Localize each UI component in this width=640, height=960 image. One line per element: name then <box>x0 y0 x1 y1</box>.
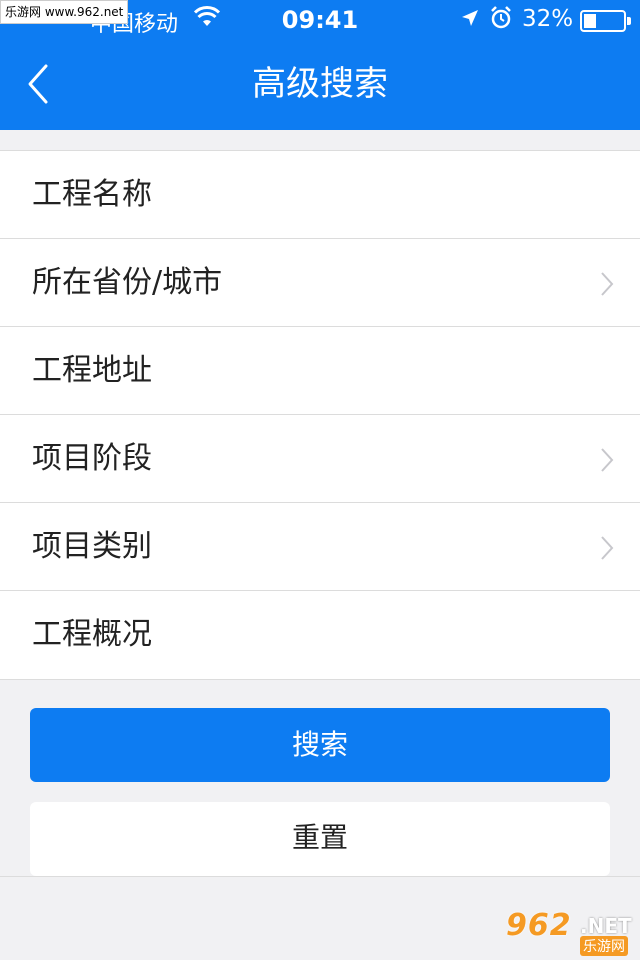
field-project-address[interactable]: 工程地址 <box>0 327 640 415</box>
logo-cn-text: 乐游网 <box>580 936 628 956</box>
field-label: 工程名称 <box>32 177 152 212</box>
page-title: 高级搜索 <box>252 64 388 104</box>
reset-button[interactable]: 重置 <box>30 802 610 876</box>
field-province-city[interactable]: 所在省份/城市 <box>0 239 640 327</box>
field-label: 所在省份/城市 <box>32 265 223 300</box>
divider <box>0 876 640 877</box>
search-button[interactable]: 搜索 <box>30 708 610 782</box>
site-logo-watermark: 962 .NET 乐游网 <box>506 908 634 956</box>
chevron-right-icon <box>601 272 614 296</box>
logo-number: 962 <box>506 908 572 943</box>
field-label: 项目阶段 <box>32 441 152 476</box>
chevron-right-icon <box>601 536 614 560</box>
location-arrow-icon <box>460 8 480 34</box>
battery-icon <box>580 10 631 32</box>
alarm-clock-icon <box>490 6 512 36</box>
field-project-stage[interactable]: 项目阶段 <box>0 415 640 503</box>
field-project-name[interactable]: 工程名称 <box>0 151 640 239</box>
battery-percent: 32% <box>522 6 574 32</box>
field-label: 项目类别 <box>32 529 152 564</box>
chevron-right-icon <box>601 448 614 472</box>
field-project-category[interactable]: 项目类别 <box>0 503 640 591</box>
logo-suffix: .NET <box>580 914 632 938</box>
search-form: 工程名称 所在省份/城市 工程地址 项目阶段 项目类别 工程概况 <box>0 150 640 680</box>
field-label: 工程地址 <box>32 353 152 388</box>
site-watermark: 乐游网 www.962.net <box>0 0 129 24</box>
field-label: 工程概况 <box>32 617 152 652</box>
field-project-overview[interactable]: 工程概况 <box>0 591 640 679</box>
